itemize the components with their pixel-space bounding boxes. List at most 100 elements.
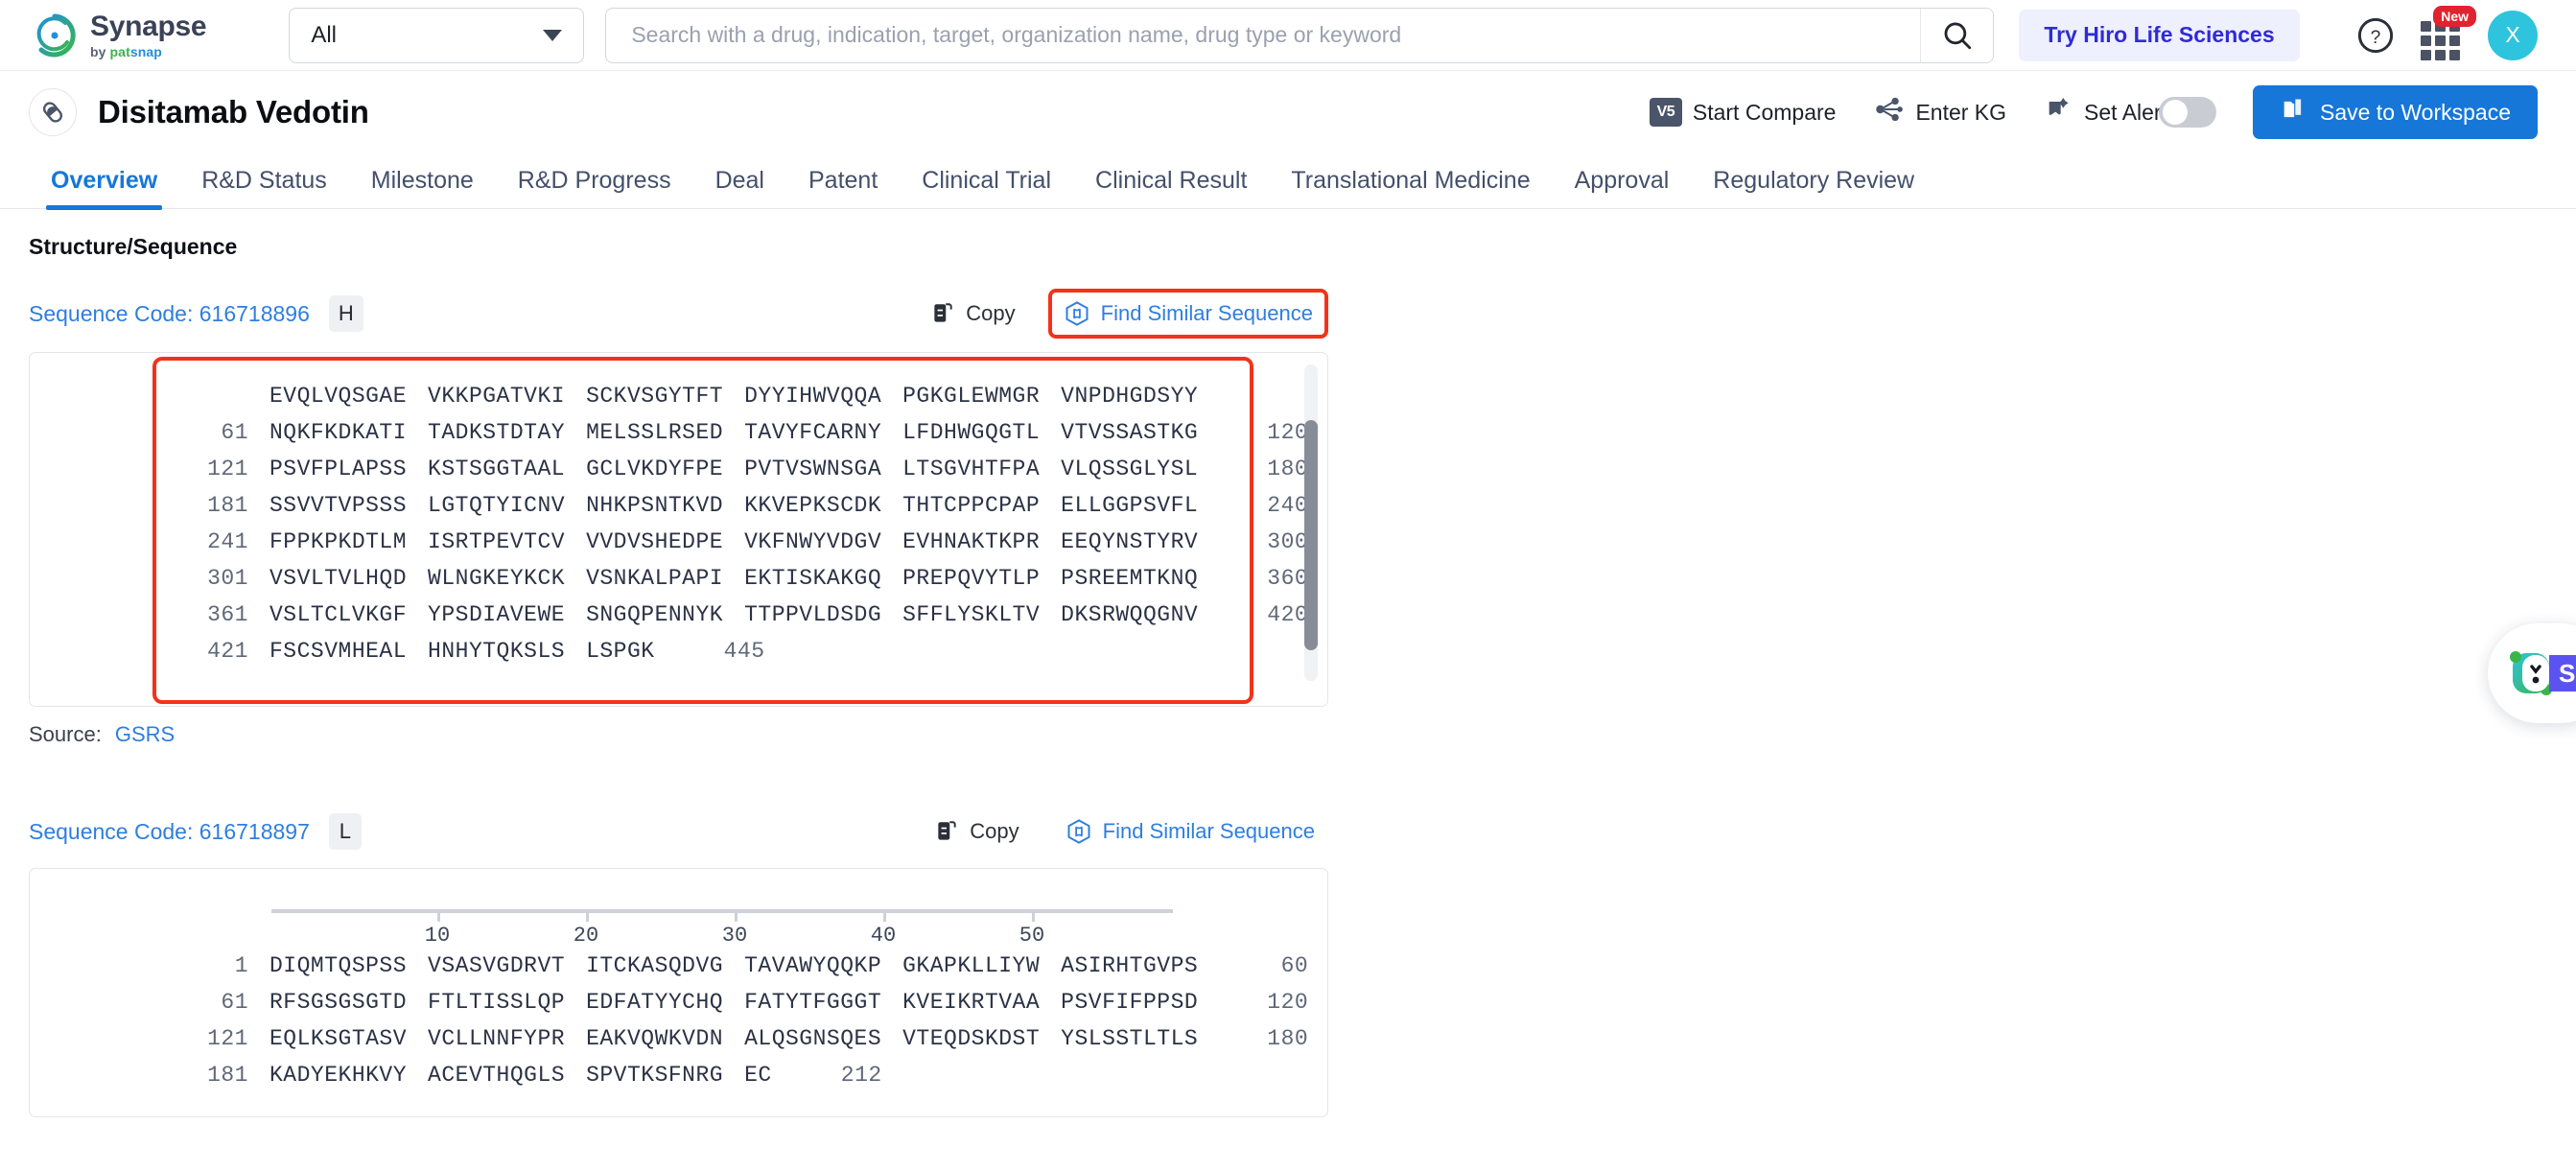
sequence-chunk: ISRTPEVTCV bbox=[428, 529, 566, 554]
synapse-logo-icon bbox=[33, 13, 77, 58]
tab-deal[interactable]: Deal bbox=[693, 167, 786, 208]
sequence-header: Sequence Code: 616718897 L Copy Find Simila… bbox=[29, 809, 1328, 855]
sequence-chunk: GCLVKDYFPE bbox=[586, 457, 724, 481]
sequence-scrollbar[interactable] bbox=[1304, 364, 1318, 681]
sequence-text: EVQLVQSGAE VKKPGATVKI SCKVSGYTFT DYYIHWVQQA… bbox=[30, 353, 1327, 689]
sequence-chunk: ITCKASQDVG bbox=[586, 953, 724, 978]
copy-button[interactable]: Copy bbox=[934, 819, 1019, 844]
sequence-chunk: NHKPSNTKVD bbox=[586, 493, 724, 518]
sequence-chunk: KADYEKHKVY bbox=[269, 1063, 408, 1088]
sequence-end-index: 420 bbox=[1267, 602, 1309, 627]
try-hiro-button[interactable]: Try Hiro Life Sciences bbox=[2019, 9, 2300, 61]
sequence-viewer: 10 20 30 40 50 1 DIQMTQSPSS VSASVGDRVT ITCKASQDV… bbox=[29, 868, 1328, 1117]
copy-icon bbox=[934, 303, 952, 322]
apps-grid-icon[interactable]: New bbox=[2421, 5, 2476, 60]
sequence-chunk: WLNGKEYKCK bbox=[428, 566, 566, 591]
tab-regulatory-review[interactable]: Regulatory Review bbox=[1691, 167, 1936, 208]
find-similar-sequence-button[interactable]: Find Similar Sequence bbox=[1052, 809, 1328, 855]
sequence-line: 61 RFSGSGSGTD FTLTISSLQP EDFATYYCHQ FATYTFGG… bbox=[30, 984, 1327, 1020]
sequence-residues: NQKFKDKATI TADKSTDTAY MELSSLRSED TAVYFCARNY… bbox=[269, 420, 1198, 445]
sequence-chunk: ACEVTHQGLS bbox=[428, 1063, 566, 1088]
sequence-end-index: 445 bbox=[723, 639, 765, 664]
sequence-start-index: 421 bbox=[207, 639, 248, 664]
save-to-workspace-label: Save to Workspace bbox=[2319, 99, 2511, 125]
sequence-chunk: NQKFKDKATI bbox=[269, 420, 408, 445]
avatar[interactable]: X bbox=[2488, 10, 2538, 60]
ruler-tick-label: 20 bbox=[573, 924, 599, 948]
sequence-end-index: 180 bbox=[1267, 1026, 1309, 1051]
sequence-chunk: PSVFPLAPSS bbox=[269, 457, 408, 481]
tab-patent[interactable]: Patent bbox=[786, 167, 900, 208]
set-alert-toggle[interactable] bbox=[2158, 97, 2216, 128]
sequence-chunk: PGKGLEWMGR bbox=[902, 384, 1041, 409]
sequence-line: 301 VSVLTVLHQD WLNGKEYKCK VSNKALPAPI EKTISKA… bbox=[30, 560, 1327, 597]
sequence-end-index: 212 bbox=[840, 1063, 882, 1088]
sequence-end-index: 360 bbox=[1267, 566, 1309, 591]
help-icon[interactable]: ? bbox=[2355, 15, 2396, 56]
source-link[interactable]: GSRS bbox=[115, 722, 175, 747]
sequence-residues: SSVVTVPSSS LGTQTYICNV NHKPSNTKVD KKVEPKSCDK… bbox=[269, 493, 1198, 518]
sequence-code-link[interactable]: Sequence Code: 616718896 bbox=[29, 301, 310, 327]
sequence-chunk: PSREEMTKNQ bbox=[1061, 566, 1199, 591]
tab-translational-medicine[interactable]: Translational Medicine bbox=[1269, 167, 1552, 208]
sequence-chunk: YSLSSTLTLS bbox=[1061, 1026, 1199, 1051]
capsule-icon bbox=[29, 88, 77, 136]
sequence-end-index: 240 bbox=[1267, 493, 1309, 518]
sequence-chunk: PSVFIFPPSD bbox=[1061, 990, 1199, 1015]
sequence-text: 10 20 30 40 50 1 DIQMTQSPSS VSASVGDRVT ITCKASQDV… bbox=[30, 869, 1327, 1113]
sequence-chunk: TAVYFCARNY bbox=[744, 420, 882, 445]
find-similar-label: Find Similar Sequence bbox=[1102, 819, 1315, 843]
sequence-chunk: VSASVGDRVT bbox=[428, 953, 566, 978]
tab-overview[interactable]: Overview bbox=[29, 167, 179, 210]
sequence-line: 241 FPPKPKDTLM ISRTPEVTCV VVDVSHEDPE VKFNWYV… bbox=[30, 524, 1327, 560]
ruler-tick-label: 30 bbox=[721, 924, 748, 948]
copy-button[interactable]: Copy bbox=[930, 301, 1016, 326]
sequence-code-link[interactable]: Sequence Code: 616718897 bbox=[29, 819, 310, 845]
sequence-line: 361 VSLTCLVKGF YPSDIAVEWE SNGQPENNYK TTPPVLD… bbox=[30, 597, 1327, 633]
sequence-chunk: TADKSTDTAY bbox=[428, 420, 566, 445]
ruler-labels: 10 20 30 40 50 bbox=[271, 919, 1173, 948]
sequence-line: 121 EQLKSGTASV VCLLNNFYPR EAKVQWKVDN ALQSGNS… bbox=[30, 1020, 1327, 1057]
start-compare-button[interactable]: V5 Start Compare bbox=[1649, 98, 1836, 127]
sequence-chunk: EEQYNSTYRV bbox=[1061, 529, 1199, 554]
sequence-block: Sequence Code: 616718896 H Copy Find Simila… bbox=[29, 289, 2547, 809]
search-scope-dropdown[interactable]: All bbox=[289, 7, 585, 63]
sequence-chunk: SPVTKSFNRG bbox=[586, 1063, 724, 1088]
sequence-chunk: VTEQDSKDST bbox=[902, 1026, 1041, 1051]
tab-clinical-result[interactable]: Clinical Result bbox=[1073, 167, 1269, 208]
tab-clinical-trial[interactable]: Clinical Trial bbox=[900, 167, 1073, 208]
tab-milestone[interactable]: Milestone bbox=[349, 167, 496, 208]
main-content: Structure/Sequence Sequence Code: 616718… bbox=[0, 209, 2576, 1117]
save-to-workspace-button[interactable]: Save to Workspace bbox=[2252, 85, 2538, 139]
tab-r-d-status[interactable]: R&D Status bbox=[179, 167, 349, 208]
find-similar-sequence-button[interactable]: Find Similar Sequence bbox=[1047, 289, 1328, 339]
tab-r-d-progress[interactable]: R&D Progress bbox=[496, 167, 693, 208]
app-logo[interactable]: Synapse by patsnap bbox=[33, 12, 207, 59]
sequence-chunk: LTSGVHTFPA bbox=[902, 457, 1041, 481]
ruler-tick-label: 40 bbox=[870, 924, 897, 948]
tab-approval[interactable]: Approval bbox=[1553, 167, 1692, 208]
enter-kg-button[interactable]: Enter KG bbox=[1872, 93, 2006, 131]
sequence-chunk: KVEIKRTVAA bbox=[902, 990, 1041, 1015]
sequence-chunk: LFDHWGQGTL bbox=[902, 420, 1041, 445]
sequence-line: EVQLVQSGAE VKKPGATVKI SCKVSGYTFT DYYIHWVQQA… bbox=[30, 378, 1327, 414]
sequence-chunk: DKSRWQQGNV bbox=[1061, 602, 1199, 627]
sequence-residues: PSVFPLAPSS KSTSGGTAAL GCLVKDYFPE PVTVSWNSGA… bbox=[269, 457, 1198, 481]
sequence-chunk: SFFLYSKLTV bbox=[902, 602, 1041, 627]
search-button[interactable] bbox=[1920, 8, 1994, 62]
sequence-chunk: EKTISKAKGQ bbox=[744, 566, 882, 591]
sequence-chunk: MELSSLRSED bbox=[586, 420, 724, 445]
sequence-residues: FPPKPKDTLM ISRTPEVTCV VVDVSHEDPE VKFNWYVDGV… bbox=[269, 529, 1198, 554]
find-similar-icon bbox=[1067, 819, 1090, 844]
sequence-line: 1 DIQMTQSPSS VSASVGDRVT ITCKASQDVG TAVAWYQQK… bbox=[30, 948, 1327, 984]
sequence-chunk: HNHYTQKSLS bbox=[428, 639, 566, 664]
sequence-chunk: FATYTFGGGT bbox=[744, 990, 882, 1015]
sequence-start-index: 121 bbox=[207, 1026, 248, 1051]
search-input[interactable] bbox=[606, 22, 1921, 48]
scrollbar-thumb[interactable] bbox=[1304, 420, 1318, 650]
ruler-tick-label: 10 bbox=[424, 924, 451, 948]
sequence-block: Sequence Code: 616718897 L Copy Find Simila… bbox=[29, 809, 2547, 1117]
sequence-chunk: DYYIHWVQQA bbox=[744, 384, 882, 409]
set-alert-button[interactable]: Set Alert bbox=[2043, 94, 2216, 130]
